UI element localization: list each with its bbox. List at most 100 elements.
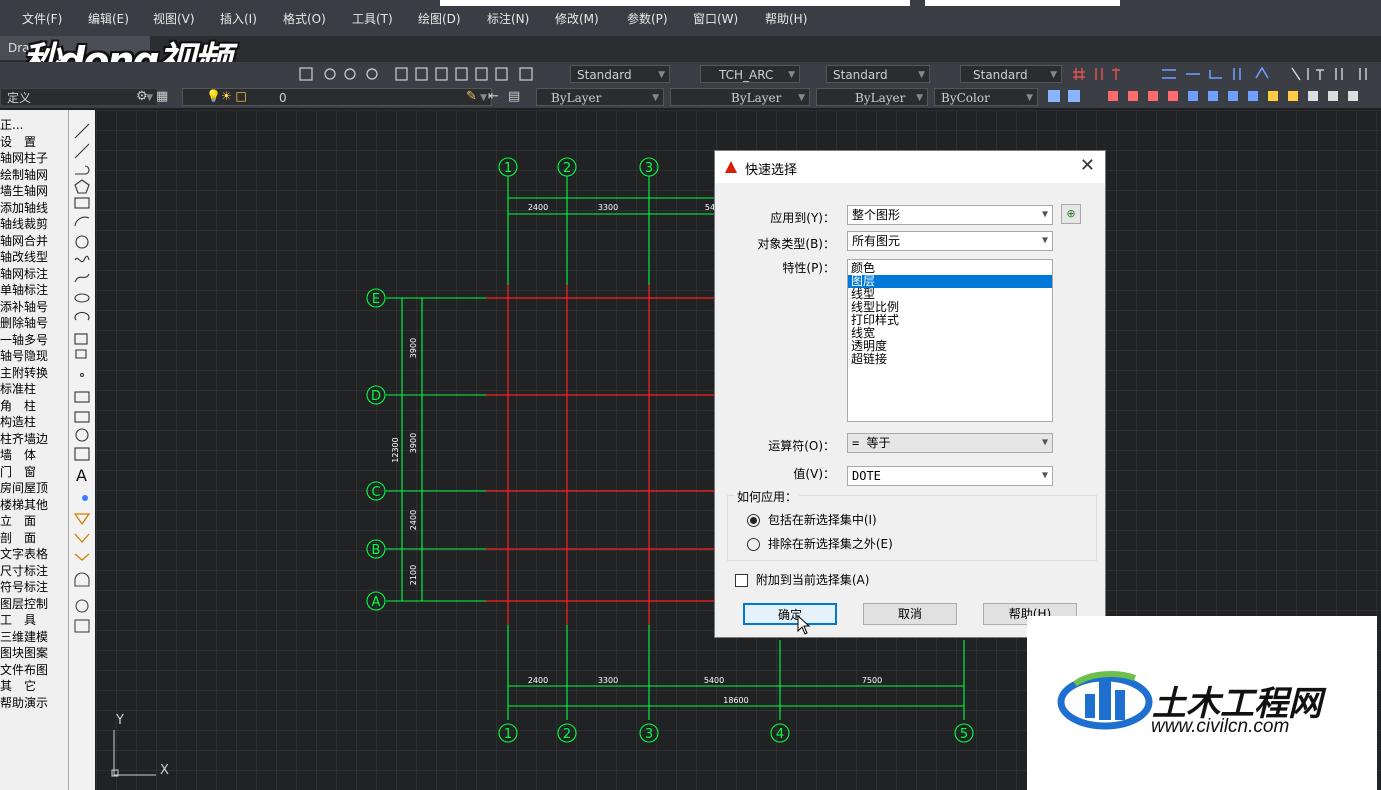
object-type-select[interactable]: 所有图元 ▼ <box>847 231 1053 251</box>
layer-iso-icon[interactable]: ▤ <box>508 89 520 104</box>
apply-to-select[interactable]: 整个图形 ▼ <box>847 205 1053 225</box>
tianzheng-toolbar2-icons[interactable] <box>1044 86 1379 108</box>
tianzheng-menu-item[interactable]: 单轴标注 <box>0 281 48 298</box>
menu-insert[interactable]: 插入(I) <box>220 10 257 27</box>
tianzheng-menu-item[interactable]: 绘制轴网 <box>0 166 48 183</box>
menu-tools[interactable]: 工具(T) <box>352 10 393 27</box>
tianzheng-menu-item[interactable]: 墙 体 <box>0 446 36 463</box>
operator-value: = 等于 <box>852 436 891 450</box>
tianzheng-menu-item[interactable]: 删除轴号 <box>0 314 48 331</box>
table-style-select[interactable]: Standard ▼ <box>826 65 930 83</box>
tianzheng-menu-item[interactable]: 轴号隐现 <box>0 347 48 364</box>
tianzheng-menu-item[interactable]: 角 柱 <box>0 397 36 414</box>
tianzheng-menu-item[interactable]: 添加轴线 <box>0 199 48 216</box>
radio-checked-icon <box>747 514 760 527</box>
chevron-down-icon: ▼ <box>918 70 925 80</box>
tianzheng-menu-item[interactable]: 三维建模 <box>0 628 48 645</box>
tianzheng-menu-item[interactable]: 图层控制 <box>0 595 48 612</box>
draw-tool-icons[interactable]: A <box>69 110 95 640</box>
menu-dimension[interactable]: 标注(N) <box>487 10 529 27</box>
tianzheng-menu-item[interactable]: 柱齐墙边 <box>0 430 48 447</box>
tianzheng-menu-item[interactable]: 门 窗 <box>0 463 36 480</box>
menu-window[interactable]: 窗口(W) <box>693 10 738 27</box>
draw-toolbar: A <box>68 110 95 790</box>
dialog-titlebar[interactable]: 快速选择 ✕ <box>715 151 1105 183</box>
tianzheng-menu-item[interactable]: 构造柱 <box>0 413 36 430</box>
tianzheng-menu-item[interactable]: 墙生轴网 <box>0 182 48 199</box>
tianzheng-menu-item[interactable]: 一轴多号 <box>0 331 48 348</box>
toolbar-icons-left[interactable] <box>0 62 540 86</box>
layer-state-select[interactable]: 定义 ▼ <box>0 88 158 106</box>
ucs-y-label: Y <box>115 713 124 728</box>
ucs-icon <box>111 730 156 777</box>
cancel-button[interactable]: 取消 <box>863 603 957 625</box>
tianzheng-menu-item[interactable]: 其 它 <box>0 677 36 694</box>
plotstyle-select[interactable]: ByColor ▼ <box>934 88 1038 106</box>
tianzheng-menu-item[interactable]: 工 具 <box>0 611 36 628</box>
tianzheng-menu-item[interactable]: 轴网标注 <box>0 265 48 282</box>
properties-listbox[interactable]: 颜色 图层 线型 线型比例 打印样式 线宽 透明度 超链接 <box>847 259 1053 422</box>
linetype-select[interactable]: ByLayer ▼ <box>670 88 810 106</box>
chevron-down-icon: ▼ <box>798 93 805 103</box>
tianzheng-menu-item[interactable]: 文字表格 <box>0 545 48 562</box>
civilcn-logo-icon <box>1057 671 1153 730</box>
tianzheng-menu-item[interactable]: 符号标注 <box>0 578 48 595</box>
ok-button[interactable]: 确定 <box>743 603 837 625</box>
tianzheng-menu-item[interactable]: 轴网合并 <box>0 232 48 249</box>
dim-left-2: 3900 <box>409 433 418 453</box>
tianzheng-menu-item[interactable]: 剖 面 <box>0 529 36 546</box>
layer-settings-icon[interactable]: ⚙ <box>136 89 148 104</box>
tianzheng-menu-item[interactable]: 立 面 <box>0 512 36 529</box>
tianzheng-menu-item[interactable]: 轴网柱子 <box>0 149 48 166</box>
layer-match-icon[interactable]: ▦ <box>156 89 168 104</box>
menu-view[interactable]: 视图(V) <box>153 10 195 27</box>
make-current-icon[interactable]: ✎ <box>466 89 477 104</box>
checkbox-icon <box>735 574 748 587</box>
menu-help[interactable]: 帮助(H) <box>765 10 807 27</box>
chevron-down-icon: ▼ <box>652 93 659 103</box>
property-item-layer-selected[interactable]: 图层 <box>848 275 1052 288</box>
tianzheng-menu-item[interactable]: 尺寸标注 <box>0 562 48 579</box>
operator-label: 运算符(O)： <box>768 439 835 453</box>
include-radio[interactable]: 包括在新选择集中(I) <box>747 511 877 528</box>
multileader-style-select[interactable]: Standard ▼ <box>960 65 1062 83</box>
tianzheng-menu-item[interactable]: 帮助演示 <box>0 694 48 711</box>
close-icon[interactable]: ✕ <box>1080 155 1095 176</box>
search-box[interactable] <box>440 0 910 6</box>
menu-edit[interactable]: 编辑(E) <box>88 10 129 27</box>
tianzheng-menu-item[interactable]: 轴改线型 <box>0 248 48 265</box>
text-style-select[interactable]: Standard ▼ <box>570 65 670 83</box>
append-checkbox[interactable]: 附加到当前选择集(A) <box>735 571 869 588</box>
signin-box[interactable] <box>925 0 1120 6</box>
tianzheng-menu-item[interactable]: 文件布图 <box>0 661 48 678</box>
property-item-hyperlink[interactable]: 超链接 <box>851 353 887 366</box>
multileader-style-value: Standard <box>973 68 1028 82</box>
color-select[interactable]: ByLayer ▼ <box>536 88 664 106</box>
lineweight-select[interactable]: ByLayer ▼ <box>816 88 928 106</box>
tianzheng-toolbar-icons[interactable] <box>1070 62 1380 86</box>
tianzheng-menu-item[interactable]: 标准柱 <box>0 380 36 397</box>
menu-modify[interactable]: 修改(M) <box>555 10 599 27</box>
menu-parametric[interactable]: 参数(P) <box>627 10 668 27</box>
value-select[interactable]: DOTE ▼ <box>847 466 1053 486</box>
axis-label-row-A: A <box>372 595 381 610</box>
exclude-radio[interactable]: 排除在新选择集之外(E) <box>747 535 893 552</box>
tianzheng-menu-item[interactable]: 主附转换 <box>0 364 48 381</box>
layer-previous-icon[interactable]: ⇤ <box>488 89 499 104</box>
tianzheng-menu-item[interactable]: 添补轴号 <box>0 298 48 315</box>
operator-select[interactable]: = 等于 ▼ <box>847 433 1053 453</box>
tianzheng-menu-item[interactable]: 房间屋顶 <box>0 479 48 496</box>
select-objects-button[interactable]: ⊕ <box>1061 204 1081 224</box>
include-label: 包括在新选择集中(I) <box>767 513 877 527</box>
tianzheng-menu-item[interactable]: 设 置 <box>0 133 36 150</box>
tianzheng-menu-item[interactable]: 图块图案 <box>0 644 48 661</box>
menu-draw[interactable]: 绘图(D) <box>418 10 461 27</box>
menu-file[interactable]: 文件(F) <box>22 10 62 27</box>
radio-unchecked-icon <box>747 538 760 551</box>
tianzheng-menu-item[interactable]: 轴线裁剪 <box>0 215 48 232</box>
menu-format[interactable]: 格式(O) <box>283 10 326 27</box>
dim-style-select[interactable]: TCH_ARC ▼ <box>700 65 800 83</box>
dim-left-3: 2400 <box>409 510 418 530</box>
tianzheng-menu-item[interactable]: 楼梯其他 <box>0 496 48 513</box>
tianzheng-menu-item[interactable]: 正... <box>0 116 23 133</box>
